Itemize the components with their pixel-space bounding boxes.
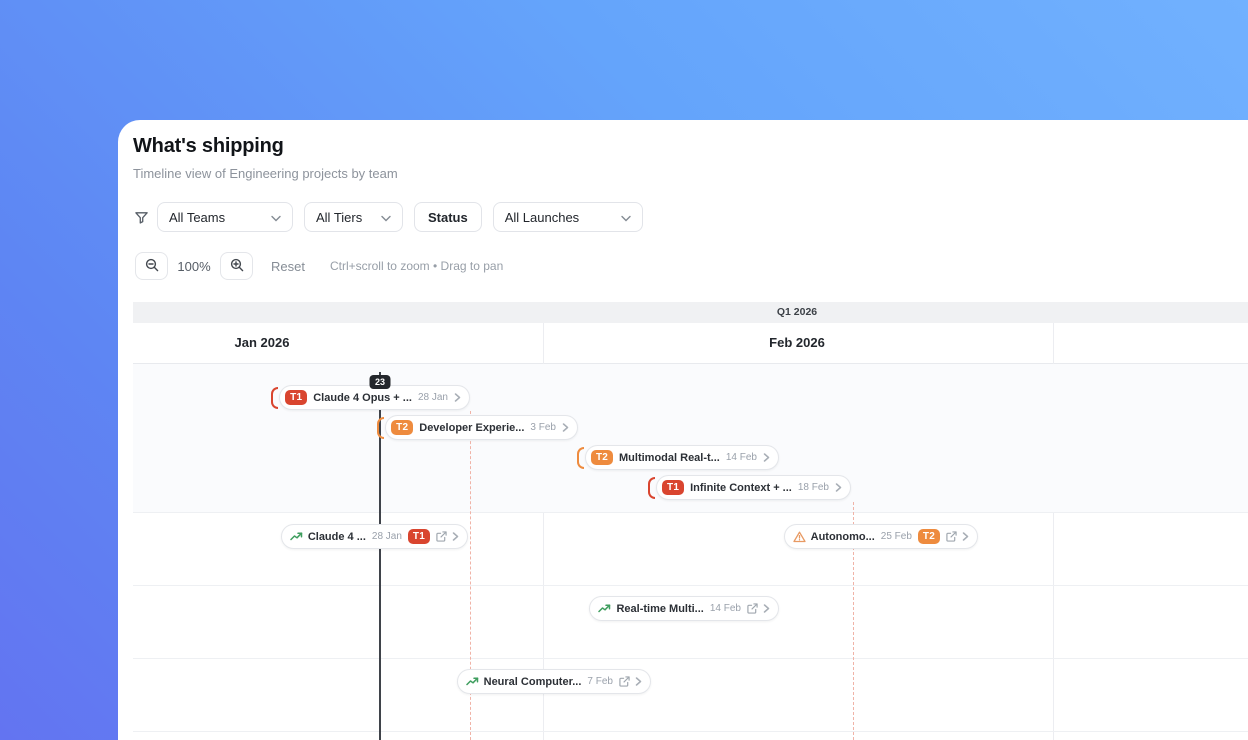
track-name: Developer Experie... bbox=[419, 421, 525, 434]
tier-badge: T2 bbox=[391, 420, 414, 435]
track-end-date: 18 Feb bbox=[797, 482, 829, 493]
launch-name: Real-time Multi... bbox=[616, 602, 704, 615]
launch-name: Claude 4 ... bbox=[307, 530, 366, 543]
track-start-bracket bbox=[576, 446, 584, 469]
track-end-date: 28 Jan bbox=[417, 392, 448, 403]
zoom-out-icon bbox=[145, 258, 159, 275]
zoom-reset-button[interactable]: Reset bbox=[271, 259, 305, 274]
row-divider bbox=[133, 585, 1248, 586]
row-divider bbox=[133, 658, 1248, 659]
filter-funnel-icon bbox=[133, 209, 149, 225]
trending-up-icon bbox=[598, 603, 611, 614]
launch-pill[interactable]: Neural Computer... 7 Feb bbox=[456, 669, 651, 694]
tier-badge: T2 bbox=[917, 529, 940, 544]
tier-badge: T1 bbox=[407, 529, 430, 544]
trending-up-icon bbox=[290, 531, 303, 542]
chevron-down-icon bbox=[381, 210, 391, 225]
launch-pill[interactable]: Real-time Multi... 14 Feb bbox=[589, 596, 779, 621]
tier-badge: T1 bbox=[285, 390, 308, 405]
launch-date: 14 Feb bbox=[709, 603, 741, 614]
row-divider bbox=[133, 731, 1248, 732]
timeline-chart[interactable] bbox=[133, 364, 1248, 740]
teams-filter-dropdown[interactable]: All Teams bbox=[157, 202, 293, 232]
launch-name: Autonomo... bbox=[810, 530, 875, 543]
status-filter-button[interactable]: Status bbox=[414, 202, 482, 232]
quarter-label: Q1 2026 bbox=[776, 306, 818, 318]
launch-date: 25 Feb bbox=[880, 531, 912, 542]
month-header: Jan 2026 Feb 2026 bbox=[133, 323, 1248, 364]
page-title: What's shipping bbox=[133, 135, 284, 157]
tier-badge: T2 bbox=[590, 450, 614, 465]
external-link-icon bbox=[747, 603, 758, 614]
zoom-hint-text: Ctrl+scroll to zoom • Drag to pan bbox=[329, 259, 504, 273]
chevron-right-icon bbox=[635, 677, 642, 686]
track-end-date: 3 Feb bbox=[530, 422, 556, 433]
trending-up-icon bbox=[465, 676, 479, 687]
track-start-bracket bbox=[377, 416, 385, 439]
zoom-in-button[interactable] bbox=[220, 252, 253, 280]
month-label-feb: Feb 2026 bbox=[769, 335, 825, 350]
track-start-bracket bbox=[271, 386, 279, 409]
track-name: Multimodal Real-t... bbox=[619, 451, 720, 464]
chevron-down-icon bbox=[271, 210, 281, 225]
chevron-right-icon bbox=[454, 393, 461, 402]
external-link-icon bbox=[619, 676, 630, 687]
launch-pill[interactable]: Claude 4 ... 28 Jan T1 bbox=[280, 524, 468, 549]
month-label-jan: Jan 2026 bbox=[234, 335, 290, 350]
teams-filter-value: All Teams bbox=[169, 209, 226, 225]
track-pill[interactable]: T1 Infinite Context + ... 18 Feb bbox=[648, 475, 851, 500]
today-marker-badge: 23 bbox=[369, 375, 391, 389]
row-divider bbox=[133, 512, 1248, 513]
chevron-right-icon bbox=[763, 604, 770, 613]
zoom-toolbar: 100% Reset Ctrl+scroll to zoom • Drag to… bbox=[135, 252, 503, 280]
page-subtitle: Timeline view of Engineering projects by… bbox=[133, 166, 398, 181]
launch-date: 28 Jan bbox=[371, 531, 402, 542]
launch-name: Neural Computer... bbox=[483, 675, 582, 688]
track-name: Infinite Context + ... bbox=[690, 481, 792, 494]
launches-filter-dropdown[interactable]: All Launches bbox=[492, 202, 643, 232]
desktop-background: What's shipping Timeline view of Enginee… bbox=[0, 0, 1248, 740]
zoom-in-icon bbox=[230, 258, 244, 275]
launch-date: 7 Feb bbox=[587, 676, 613, 687]
quarter-header: Q1 2026 bbox=[133, 302, 1248, 323]
chevron-right-icon bbox=[562, 423, 569, 432]
chevron-right-icon bbox=[962, 532, 969, 541]
timeline[interactable]: Q1 2026 Jan 2026 Feb 2026 23 T1 Claude 4 … bbox=[133, 302, 1248, 740]
chevron-right-icon bbox=[763, 453, 770, 462]
launch-pill[interactable]: Autonomo... 25 Feb T2 bbox=[783, 524, 978, 549]
zoom-out-button[interactable] bbox=[135, 252, 168, 280]
tiers-filter-dropdown[interactable]: All Tiers bbox=[304, 202, 403, 232]
track-pill[interactable]: T2 Multimodal Real-t... 14 Feb bbox=[576, 445, 779, 470]
external-link-icon bbox=[946, 531, 957, 542]
chevron-right-icon bbox=[452, 532, 459, 541]
tier-badge: T1 bbox=[662, 480, 685, 495]
track-end-date: 14 Feb bbox=[725, 452, 757, 463]
external-link-icon bbox=[436, 531, 447, 542]
chevron-right-icon bbox=[835, 483, 842, 492]
chevron-down-icon bbox=[621, 210, 631, 225]
filter-bar: All Teams All Tiers Status All Launches bbox=[133, 202, 654, 232]
track-name: Claude 4 Opus + ... bbox=[313, 391, 412, 404]
tiers-filter-value: All Tiers bbox=[316, 209, 363, 225]
whats-shipping-card: What's shipping Timeline view of Enginee… bbox=[118, 120, 1248, 740]
track-pill[interactable]: T2 Developer Experie... 3 Feb bbox=[377, 415, 578, 440]
warning-icon bbox=[792, 531, 806, 543]
track-start-bracket bbox=[648, 476, 656, 499]
zoom-level-value: 100% bbox=[177, 258, 211, 274]
launches-filter-value: All Launches bbox=[504, 209, 580, 225]
